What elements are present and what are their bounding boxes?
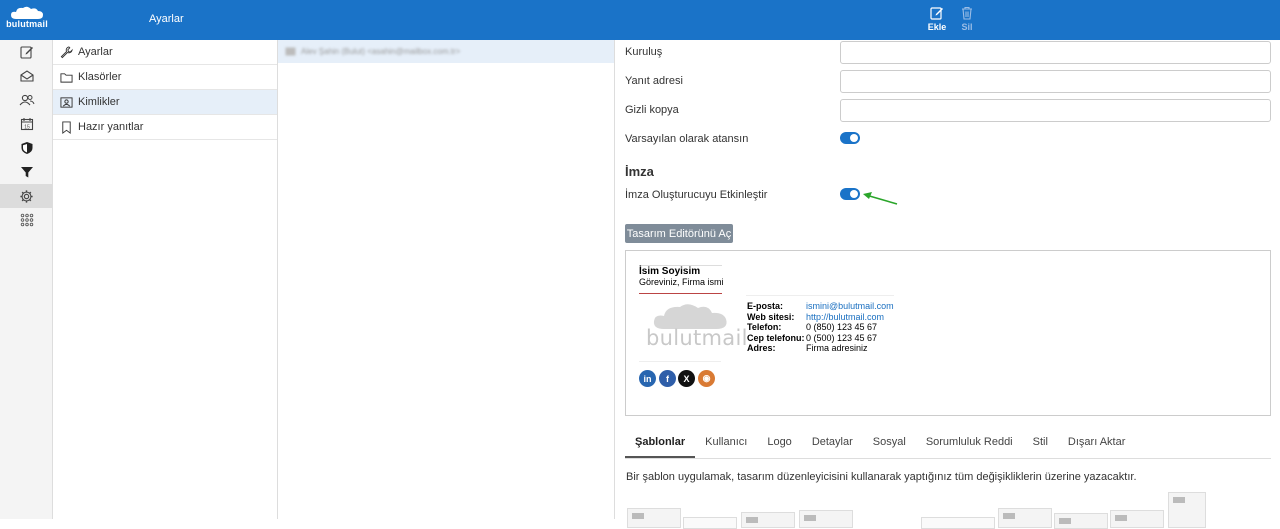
template-thumb[interactable]	[1110, 510, 1164, 528]
template-thumb[interactable]	[1054, 513, 1108, 529]
folder-icon	[60, 72, 73, 83]
trash-icon	[962, 6, 972, 20]
mail-icon[interactable]	[13, 66, 40, 86]
sig-key: E-posta:	[747, 301, 783, 311]
tab-user[interactable]: Kullanıcı	[695, 430, 757, 458]
tab-style[interactable]: Stil	[1023, 430, 1058, 458]
sig-row: Telefon: 0 (850) 123 45 67	[747, 322, 894, 333]
arrow-icon	[863, 192, 898, 205]
app-rail: 15	[0, 40, 53, 519]
gear-icon[interactable]	[0, 184, 52, 208]
sig-gen-toggle[interactable]	[840, 188, 860, 200]
filter-icon[interactable]	[13, 162, 40, 182]
template-note: Bir şablon uygulamak, tasarım düzenleyic…	[626, 471, 1137, 483]
sig-key: Cep telefonu:	[747, 332, 805, 343]
sig-row: Adres: Firma adresiniz	[747, 343, 894, 354]
nav-item-label: Klasörler	[78, 71, 122, 83]
default-label: Varsayılan olarak atansın	[625, 133, 749, 145]
default-toggle[interactable]	[840, 132, 860, 144]
editor-tabs: Şablonlar Kullanıcı Logo Detaylar Sosyal…	[625, 430, 1271, 459]
nav-item-label: Kimlikler	[78, 96, 120, 108]
edit-icon	[930, 7, 943, 20]
svg-text:15: 15	[24, 124, 30, 130]
sig-logo: bulutmail	[646, 301, 748, 350]
sig-row: E-posta: ismini@bulutmail.com	[747, 301, 894, 312]
page-title: Ayarlar	[149, 13, 184, 25]
nav-item-responses[interactable]: Hazır yanıtlar	[53, 115, 277, 140]
tab-export[interactable]: Dışarı Aktar	[1058, 430, 1135, 458]
sig-key: Telefon:	[747, 322, 782, 332]
sig-key: Adres:	[747, 343, 776, 353]
tab-logo[interactable]: Logo	[757, 430, 801, 458]
signature-preview: İsim Soyisim Göreviniz, Firma ismi bulut…	[625, 250, 1271, 416]
calendar-icon[interactable]: 15	[13, 114, 40, 134]
divider	[639, 293, 722, 294]
nav-item-identities[interactable]: Kimlikler	[53, 90, 277, 115]
bcc-label: Gizli kopya	[625, 104, 679, 116]
id-card-icon	[285, 47, 296, 56]
template-thumb[interactable]	[1168, 492, 1206, 528]
nav-item-settings[interactable]: Ayarlar	[53, 40, 277, 65]
template-thumb[interactable]	[627, 508, 681, 528]
bcc-input[interactable]	[840, 99, 1271, 122]
nav-item-label: Hazır yanıtlar	[78, 121, 144, 133]
facebook-icon[interactable]: f	[659, 370, 676, 387]
nav-item-label: Ayarlar	[78, 46, 113, 58]
organization-input[interactable]	[840, 41, 1271, 64]
delete-label: Sil	[961, 22, 973, 32]
bookmark-icon	[62, 120, 71, 134]
sig-value: Firma adresiniz	[806, 343, 868, 353]
template-thumb[interactable]	[741, 512, 795, 528]
template-thumb[interactable]	[998, 508, 1052, 528]
sig-row: Web sitesi: http://bulutmail.com	[747, 312, 894, 323]
cloud-icon	[11, 6, 43, 19]
tab-details[interactable]: Detaylar	[802, 430, 863, 458]
add-button[interactable]: Ekle	[925, 6, 949, 32]
design-editor-button[interactable]: Tasarım Editörünü Aç	[625, 224, 733, 243]
sig-logo-text: bulutmail	[646, 326, 748, 350]
id-card-icon	[60, 96, 73, 108]
x-icon[interactable]: X	[678, 370, 695, 387]
nav-item-folders[interactable]: Klasörler	[53, 65, 277, 90]
identity-list: Alev Şahin (Bulut) <asahin@mailbox.com.t…	[278, 40, 615, 519]
reply-to-input[interactable]	[840, 70, 1271, 93]
logo-text: bulutmail	[6, 19, 48, 29]
settings-nav: Ayarlar Klasörler Kimlikler Hazır yanıtl…	[53, 40, 278, 519]
organization-label: Kuruluş	[625, 46, 663, 58]
reply-to-label: Yanıt adresi	[625, 75, 683, 87]
add-label: Ekle	[927, 22, 947, 32]
sig-web-link[interactable]: http://bulutmail.com	[806, 312, 884, 322]
sig-key: Web sitesi:	[747, 311, 795, 322]
wrench-icon	[60, 45, 73, 58]
sig-value: 0 (850) 123 45 67	[806, 322, 878, 332]
delete-button[interactable]: Sil	[955, 6, 979, 32]
sig-value: 0 (500) 123 45 67	[806, 332, 878, 343]
sig-title: Göreviniz, Firma ismi	[639, 277, 724, 287]
identity-text: Alev Şahin (Bulut) <asahin@mailbox.com.t…	[301, 47, 461, 56]
identity-editor: Kuruluş Yanıt adresi Gizli kopya Varsayı…	[616, 40, 1280, 529]
tab-templates[interactable]: Şablonlar	[625, 430, 696, 458]
tab-social[interactable]: Sosyal	[863, 430, 916, 458]
tab-disclaimer[interactable]: Sorumluluk Reddi	[916, 430, 1023, 458]
signature-heading: İmza	[625, 164, 654, 179]
instagram-icon[interactable]: ◉	[698, 370, 715, 387]
sig-gen-label: İmza Oluşturucuyu Etkinleştir	[625, 189, 768, 201]
apps-icon[interactable]	[13, 210, 40, 230]
sig-row: Cep telefonu: 0 (500) 123 45 67	[747, 333, 894, 344]
sig-email-link[interactable]: ismini@bulutmail.com	[806, 301, 894, 311]
divider	[746, 295, 894, 296]
compose-icon[interactable]	[13, 42, 40, 62]
sig-contact-table: E-posta: ismini@bulutmail.com Web sitesi:…	[747, 301, 894, 354]
top-bar: bulutmail Ayarlar Ekle Sil	[0, 0, 1280, 40]
linkedin-icon[interactable]: in	[639, 370, 656, 387]
list-item[interactable]: Alev Şahin (Bulut) <asahin@mailbox.com.t…	[278, 40, 614, 63]
divider	[639, 361, 721, 362]
contacts-icon[interactable]	[13, 90, 40, 110]
app-logo[interactable]: bulutmail	[4, 6, 50, 36]
template-thumb[interactable]	[799, 510, 853, 528]
shield-icon[interactable]	[13, 138, 40, 158]
sig-name: İsim Soyisim	[639, 266, 701, 277]
